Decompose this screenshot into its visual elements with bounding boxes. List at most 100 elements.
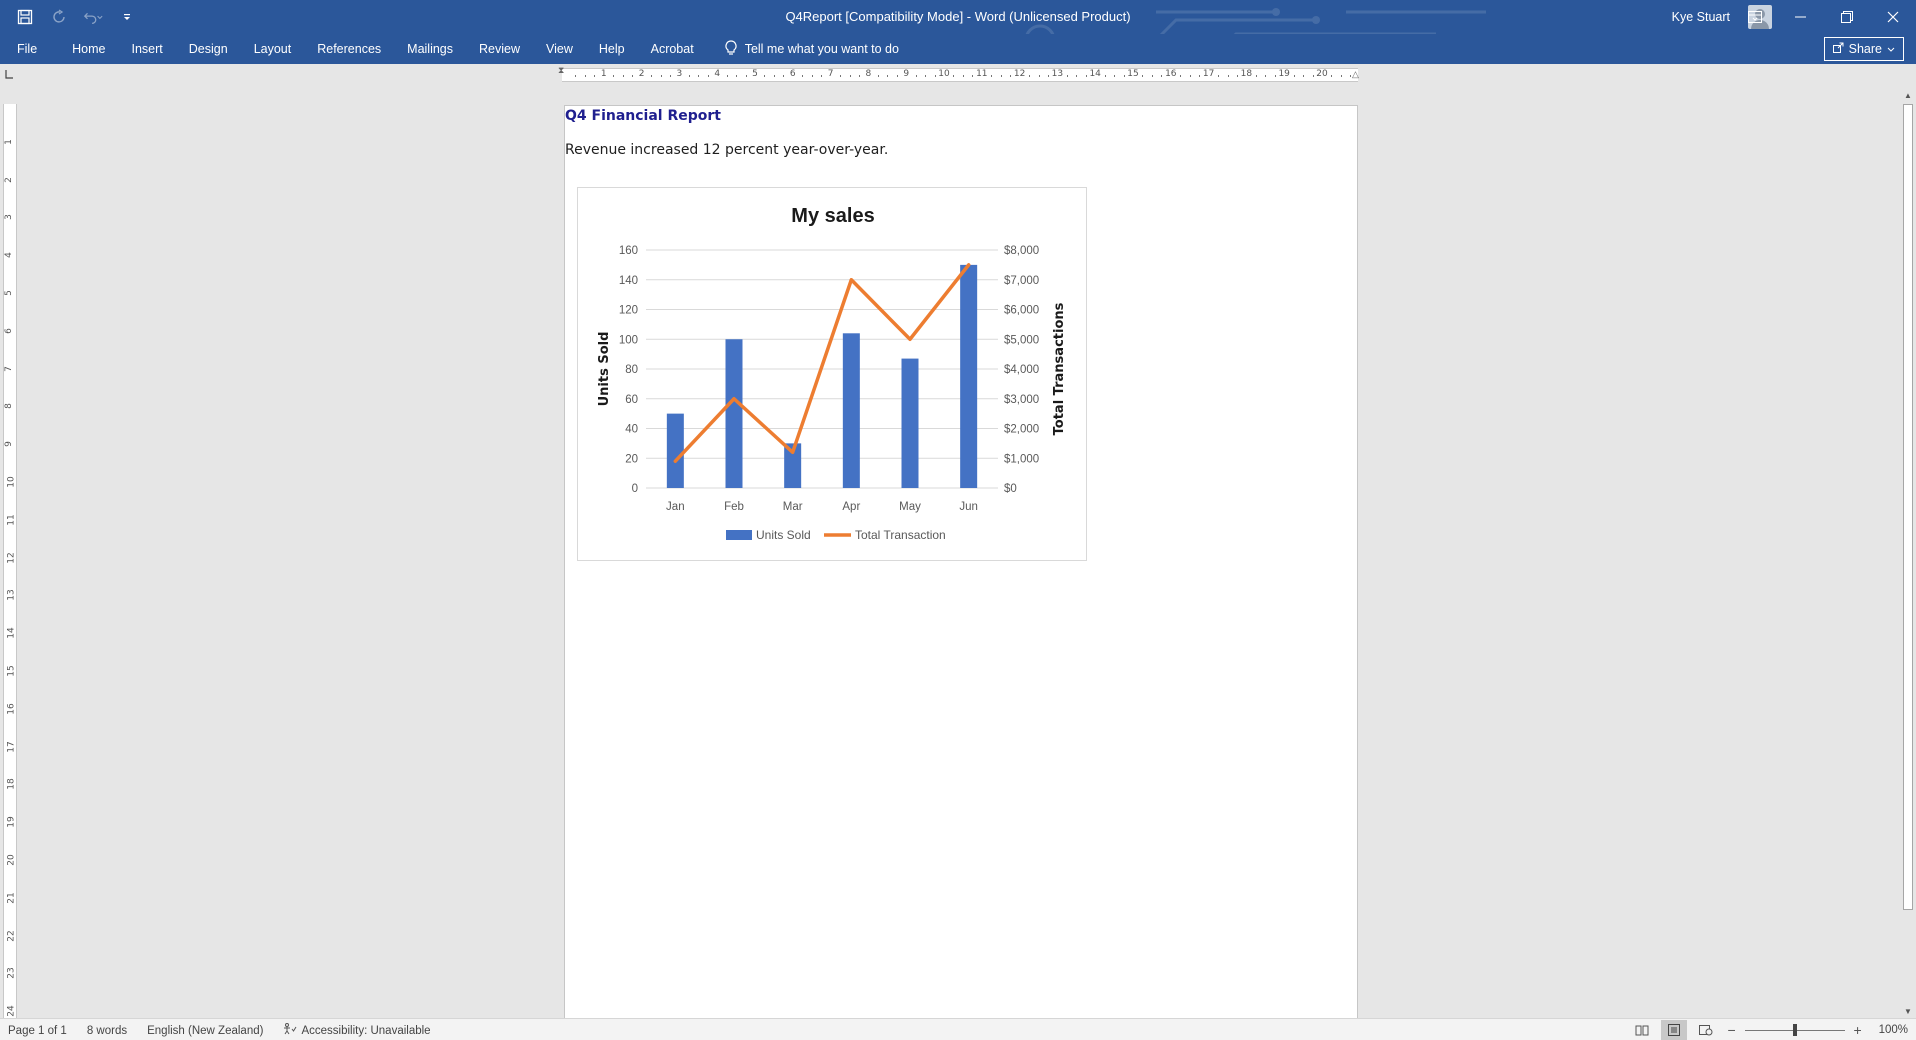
ruler-number: 23 [6,967,17,980]
ruler-tick [736,75,738,77]
tab-home[interactable]: Home [59,34,118,64]
ruler-number: 20 [6,854,17,866]
ruler-tick [594,75,596,77]
ruler-number: 13 [1051,69,1064,79]
y-tick-label: 0 [632,483,638,495]
left-indent-marker[interactable]: ⧗ [558,65,566,75]
minimize-icon[interactable] [1778,0,1824,34]
tab-selector-icon[interactable] [0,64,18,84]
window-controls [1732,0,1916,34]
chart[interactable]: My sales 0 20 40 60 80 100 120 140 160 $0 $1,000 $2,… [577,187,1087,561]
vertical-scrollbar[interactable]: ▲ ▼ [1900,88,1916,1018]
y-tick-label: 140 [619,275,638,287]
ruler-number: 8 [3,403,14,410]
scroll-down-icon[interactable]: ▼ [1900,1004,1916,1018]
document-heading[interactable]: Q4 Financial Report [565,108,721,124]
ruler-tick [1066,75,1068,77]
horizontal-ruler[interactable]: 1 2 3 4 5 6 7 8 9 10 11 12 13 14 15 16 17 18 19 20 ⧗ △ [558,65,1360,82]
document-page[interactable]: Q4 Financial Report Revenue increased 12… [564,105,1358,1020]
ruler-tick [1218,75,1220,77]
vertical-ruler[interactable]: 1 2 3 4 5 6 7 8 9 10 11 12 13 14 15 16 17 18 19 20 21 22 23 24 [3,104,17,1018]
ruler-number: 6 [3,327,14,334]
language-indicator[interactable]: English (New Zealand) [147,1025,263,1037]
ruler-tick [1085,75,1087,77]
ribbon-display-options-icon[interactable] [1732,0,1778,34]
ruler-tick [764,75,766,77]
ruler-tick [1255,75,1257,77]
ruler-number: 5 [3,290,14,296]
share-button[interactable]: Share [1823,37,1904,61]
ruler-tick [707,75,709,77]
zoom-level[interactable]: 100% [1871,1024,1908,1036]
ruler-tick [915,75,917,77]
accessibility-status[interactable]: Accessibility: Unavailable [283,1023,431,1038]
ruler-tick [821,75,823,77]
tab-references[interactable]: References [304,34,394,64]
ruler-tick [1265,75,1267,77]
page-count[interactable]: Page 1 of 1 [8,1025,67,1037]
web-layout-icon[interactable] [1693,1020,1719,1040]
ribbon-tabs-bar: File Home Insert Design Layout Reference… [0,34,1916,64]
scrollbar-thumb[interactable] [1903,104,1913,910]
ruler-tick [584,75,586,77]
tab-design[interactable]: Design [176,34,241,64]
user-name[interactable]: Kye Stuart [1672,10,1730,24]
ruler-number: 14 [6,627,17,639]
title-bar: Q4Report [Compatibility Mode] - Word (Un… [0,0,1916,56]
tab-acrobat[interactable]: Acrobat [638,34,707,64]
y2-tick-label: $6,000 [1004,305,1039,317]
y-tick-label: 20 [625,453,638,465]
ruler-tick [991,75,993,77]
print-layout-icon[interactable] [1660,1020,1687,1040]
ruler-number: 9 [903,69,910,79]
ruler-number: 6 [789,69,796,79]
tab-view[interactable]: View [533,34,586,64]
zoom-out-button[interactable]: − [1725,1022,1739,1038]
tab-insert[interactable]: Insert [119,34,176,64]
word-count[interactable]: 8 words [87,1025,127,1037]
x-tick-label: Jun [959,501,978,513]
y2-tick-label: $5,000 [1004,334,1039,346]
tab-file[interactable]: File [0,34,59,64]
zoom-slider-knob[interactable] [1792,1024,1797,1036]
tab-help[interactable]: Help [586,34,638,64]
line-point [732,397,736,401]
tab-layout[interactable]: Layout [241,34,305,64]
share-label: Share [1848,42,1882,56]
ruler-number: 18 [6,778,17,791]
x-tick-label: Apr [842,501,860,513]
right-indent-marker[interactable]: △ [1352,69,1360,79]
tab-review[interactable]: Review [466,34,533,64]
scroll-up-icon[interactable]: ▲ [1900,88,1916,102]
ruler-number: 7 [827,69,834,79]
ruler-tick [858,75,860,77]
document-paragraph[interactable]: Revenue increased 12 percent year-over-y… [565,142,888,158]
ruler-tick [1312,75,1314,77]
tell-me-search[interactable]: Tell me what you want to do [707,39,899,59]
ruler-number: 18 [1240,69,1253,79]
ruler-number: 16 [6,703,17,715]
window-title: Q4Report [Compatibility Mode] - Word (Un… [785,9,1131,24]
chevron-down-icon [1887,42,1895,56]
ruler-tick [1104,75,1106,77]
ruler-tick [622,75,624,77]
bar [901,358,919,488]
restore-icon[interactable] [1824,0,1870,34]
read-mode-icon[interactable] [1629,1020,1655,1040]
ruler-tick [925,75,927,77]
ruler-tick [688,75,690,77]
ruler-number: 17 [1202,69,1215,79]
close-icon[interactable] [1870,0,1916,34]
ruler-tick [1293,75,1295,77]
ruler-tick [660,75,662,77]
ruler-tick [962,75,964,77]
zoom-in-button[interactable]: + [1851,1022,1865,1038]
ruler-number: 10 [938,69,950,79]
ruler-tick [575,75,577,77]
ruler-tick [1010,75,1012,77]
tab-mailings[interactable]: Mailings [394,34,466,64]
ruler-tick [972,75,974,77]
zoom-slider[interactable] [1744,1023,1845,1037]
ruler-number: 5 [752,69,758,79]
ruler-tick [896,75,898,77]
